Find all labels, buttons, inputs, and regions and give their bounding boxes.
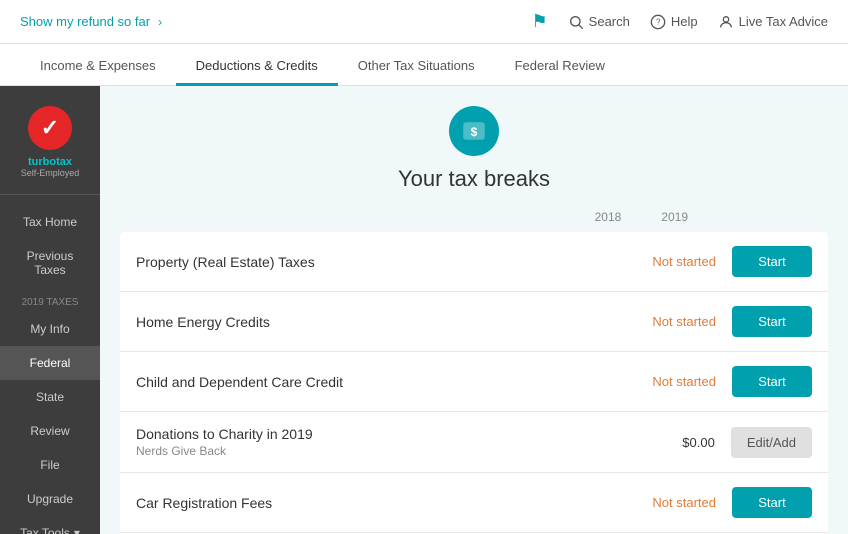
item-status: Not started xyxy=(626,254,716,269)
item-status: Not started xyxy=(626,314,716,329)
help-icon: ? xyxy=(650,14,666,30)
item-name: Car Registration Fees xyxy=(136,495,626,511)
item-name: Child and Dependent Care Credit xyxy=(136,374,626,390)
item-name: Donations to Charity in 2019 xyxy=(136,426,655,442)
tab-income[interactable]: Income & Expenses xyxy=(20,48,176,86)
sidebar-item-tax-home[interactable]: Tax Home xyxy=(0,205,100,239)
item-sub: Nerds Give Back xyxy=(136,444,655,458)
item-info: Donations to Charity in 2019 Nerds Give … xyxy=(136,426,655,458)
year-2018-label: 2018 xyxy=(595,210,622,224)
table-row: Property (Real Estate) Taxes Not started… xyxy=(120,232,828,292)
table-row: Donations to Charity in 2019 Nerds Give … xyxy=(120,412,828,473)
svg-text:$: $ xyxy=(471,125,478,139)
logo-sub: Self-Employed xyxy=(21,168,80,178)
item-status: Not started xyxy=(626,374,716,389)
page-title: Your tax breaks xyxy=(398,166,550,192)
sidebar-item-review[interactable]: Review xyxy=(0,414,100,448)
svg-text:?: ? xyxy=(656,17,661,26)
tab-federal-review[interactable]: Federal Review xyxy=(495,48,625,86)
sidebar-item-file[interactable]: File xyxy=(0,448,100,482)
sidebar: ✓ turbotax Self-Employed Tax Home Previo… xyxy=(0,86,100,534)
tab-other[interactable]: Other Tax Situations xyxy=(338,48,495,86)
show-refund-link[interactable]: Show my refund so far xyxy=(20,14,150,29)
chevron-right-icon: › xyxy=(158,15,162,29)
bookmark-icon[interactable]: ⚑ xyxy=(532,11,548,32)
tax-tools-row: Tax Tools ▾ xyxy=(12,526,88,534)
search-label: Search xyxy=(589,14,630,29)
top-bar-right: ⚑ Search ? Help Live Tax Advice xyxy=(532,11,828,32)
logo-circle: ✓ xyxy=(28,106,72,150)
sidebar-item-previous-taxes[interactable]: Previous Taxes xyxy=(0,239,100,287)
sidebar-item-tax-tools[interactable]: Tax Tools ▾ xyxy=(0,516,100,534)
item-name: Property (Real Estate) Taxes xyxy=(136,254,626,270)
sidebar-item-my-info[interactable]: My Info xyxy=(0,312,100,346)
item-status: Not started xyxy=(626,495,716,510)
search-icon xyxy=(568,14,584,30)
help-label: Help xyxy=(671,14,698,29)
sidebar-logo: ✓ turbotax Self-Employed xyxy=(0,96,100,195)
item-info: Car Registration Fees xyxy=(136,495,626,511)
search-action[interactable]: Search xyxy=(568,14,630,30)
help-action[interactable]: ? Help xyxy=(650,14,698,30)
live-advice-label: Live Tax Advice xyxy=(739,14,828,29)
table-row: Child and Dependent Care Credit Not star… xyxy=(120,352,828,412)
tax-breaks-header: $ Your tax breaks xyxy=(100,86,848,202)
person-icon xyxy=(718,14,734,30)
header-icon-circle: $ xyxy=(449,106,499,156)
content-area: $ Your tax breaks 2018 2019 Property (Re… xyxy=(100,86,848,534)
top-bar: Show my refund so far › ⚑ Search ? Help … xyxy=(0,0,848,44)
item-info: Home Energy Credits xyxy=(136,314,626,330)
start-button[interactable]: Start xyxy=(732,487,812,518)
chevron-down-icon: ▾ xyxy=(74,526,80,534)
tab-deductions[interactable]: Deductions & Credits xyxy=(176,48,338,86)
edit-add-button[interactable]: Edit/Add xyxy=(731,427,812,458)
live-advice-action[interactable]: Live Tax Advice xyxy=(718,14,828,30)
items-list: Property (Real Estate) Taxes Not started… xyxy=(100,232,848,534)
start-button[interactable]: Start xyxy=(732,246,812,277)
table-row: Home Energy Credits Not started Start xyxy=(120,292,828,352)
nav-tabs: Income & Expenses Deductions & Credits O… xyxy=(0,44,848,86)
sidebar-section-2019: 2019 TAXES xyxy=(0,287,100,312)
item-name: Home Energy Credits xyxy=(136,314,626,330)
sidebar-item-upgrade[interactable]: Upgrade xyxy=(0,482,100,516)
sidebar-menu: Tax Home Previous Taxes 2019 TAXES My In… xyxy=(0,195,100,534)
deductions-icon: $ xyxy=(460,117,488,145)
item-info: Property (Real Estate) Taxes xyxy=(136,254,626,270)
item-amount: $0.00 xyxy=(655,435,715,450)
year-2019-label: 2019 xyxy=(661,210,688,224)
logo-checkmark: ✓ xyxy=(41,115,59,141)
tax-tools-label: Tax Tools xyxy=(20,526,70,534)
top-bar-left: Show my refund so far › xyxy=(20,14,162,29)
year-labels: 2018 2019 xyxy=(100,202,848,232)
table-row: Car Registration Fees Not started Start xyxy=(120,473,828,533)
sidebar-item-state[interactable]: State xyxy=(0,380,100,414)
start-button[interactable]: Start xyxy=(732,366,812,397)
logo-brand: turbotax xyxy=(28,156,72,168)
sidebar-item-federal[interactable]: Federal xyxy=(0,346,100,380)
main-layout: ✓ turbotax Self-Employed Tax Home Previo… xyxy=(0,86,848,534)
start-button[interactable]: Start xyxy=(732,306,812,337)
item-info: Child and Dependent Care Credit xyxy=(136,374,626,390)
